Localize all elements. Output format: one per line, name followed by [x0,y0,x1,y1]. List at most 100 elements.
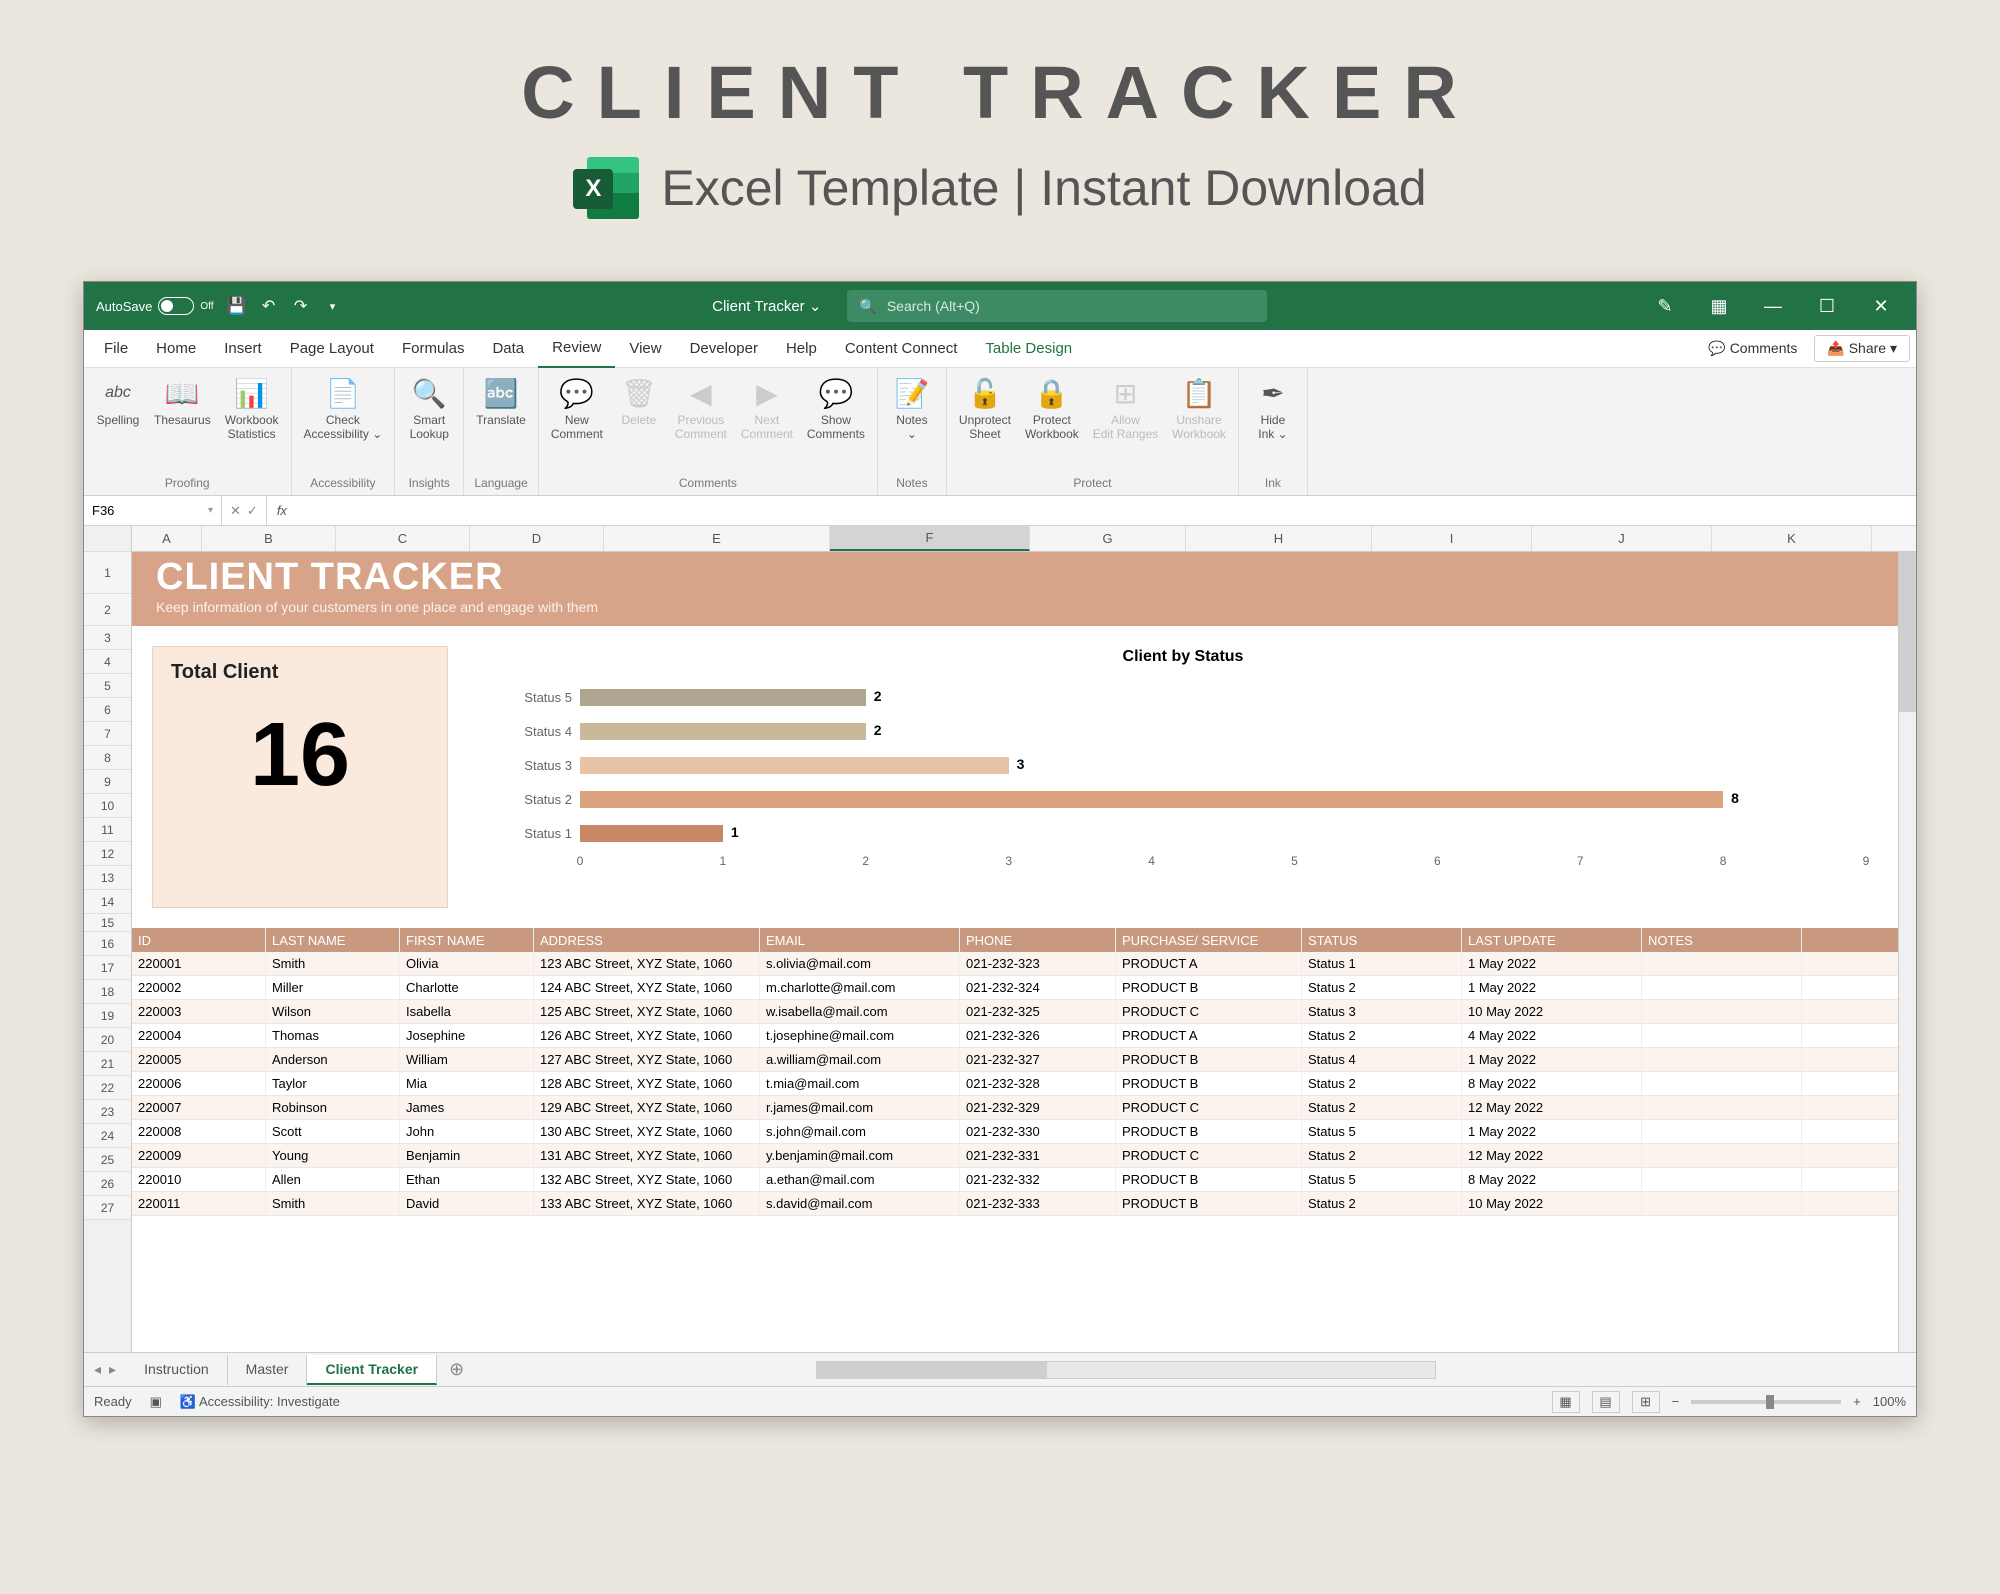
row-header-9[interactable]: 9 [84,770,131,794]
ribbon-unprotect-sheet[interactable]: 🔓UnprotectSheet [953,372,1017,446]
sheet-tab-client-tracker[interactable]: Client Tracker [307,1355,437,1385]
row-header-15[interactable]: 15 [84,914,131,932]
th-last-update[interactable]: LAST UPDATE [1462,928,1642,952]
ribbon-check-accessibility-[interactable]: 📄CheckAccessibility ⌄ [298,372,389,446]
row-header-23[interactable]: 23 [84,1100,131,1124]
undo-icon[interactable]: ↶ [260,297,278,315]
menu-help[interactable]: Help [772,330,831,368]
row-header-11[interactable]: 11 [84,818,131,842]
menu-view[interactable]: View [615,330,675,368]
page-break-view-button[interactable]: ⊞ [1632,1391,1660,1413]
row-header-19[interactable]: 19 [84,1004,131,1028]
tab-nav[interactable]: ◂▸ [84,1361,126,1378]
sheet-tab-master[interactable]: Master [228,1355,308,1385]
row-header-8[interactable]: 8 [84,746,131,770]
ribbon-new-comment[interactable]: 💬NewComment [545,372,609,446]
row-header-21[interactable]: 21 [84,1052,131,1076]
col-header-B[interactable]: B [202,526,336,551]
qat-dropdown-icon[interactable]: ▾ [324,297,342,315]
table-row[interactable]: 220008ScottJohn130 ABC Street, XYZ State… [132,1120,1916,1144]
col-header-K[interactable]: K [1712,526,1872,551]
zoom-out-button[interactable]: − [1672,1394,1680,1409]
table-row[interactable]: 220001SmithOlivia123 ABC Street, XYZ Sta… [132,952,1916,976]
row-header-3[interactable]: 3 [84,626,131,650]
close-button[interactable]: ✕ [1854,282,1908,330]
row-header-26[interactable]: 26 [84,1172,131,1196]
table-row[interactable]: 220010AllenEthan132 ABC Street, XYZ Stat… [132,1168,1916,1192]
menu-table-design[interactable]: Table Design [971,330,1086,368]
ribbon-thesaurus[interactable]: 📖Thesaurus [148,372,217,432]
client-table[interactable]: IDLAST NAMEFIRST NAMEADDRESSEMAILPHONEPU… [132,928,1916,1216]
share-button[interactable]: 📤 Share ▾ [1814,335,1910,362]
row-header-16[interactable]: 16 [84,932,131,956]
ribbon-hide-ink-[interactable]: ✒HideInk ⌄ [1245,372,1301,446]
col-header-C[interactable]: C [336,526,470,551]
row-header-1[interactable]: 1 [84,552,131,594]
table-row[interactable]: 220009YoungBenjamin131 ABC Street, XYZ S… [132,1144,1916,1168]
vertical-scrollbar[interactable] [1898,552,1916,1352]
row-header-10[interactable]: 10 [84,794,131,818]
column-headers[interactable]: ABCDEFGHIJK [132,526,1916,552]
menu-page-layout[interactable]: Page Layout [276,330,388,368]
row-header-7[interactable]: 7 [84,722,131,746]
menu-formulas[interactable]: Formulas [388,330,479,368]
col-header-A[interactable]: A [132,526,202,551]
ribbon-notes-[interactable]: 📝Notes⌄ [884,372,940,446]
menu-content-connect[interactable]: Content Connect [831,330,972,368]
zoom-slider[interactable] [1691,1400,1841,1404]
minimize-button[interactable]: — [1746,282,1800,330]
normal-view-button[interactable]: ▦ [1552,1391,1580,1413]
row-header-22[interactable]: 22 [84,1076,131,1100]
save-icon[interactable]: 💾 [228,297,246,315]
menu-data[interactable]: Data [478,330,538,368]
ribbon-translate[interactable]: 🔤Translate [470,372,532,432]
menu-file[interactable]: File [90,330,142,368]
col-header-H[interactable]: H [1186,526,1372,551]
macro-record-icon[interactable]: ▣ [150,1394,162,1410]
th-phone[interactable]: PHONE [960,928,1116,952]
row-header-24[interactable]: 24 [84,1124,131,1148]
row-header-14[interactable]: 14 [84,890,131,914]
row-header-6[interactable]: 6 [84,698,131,722]
table-row[interactable]: 220002MillerCharlotte124 ABC Street, XYZ… [132,976,1916,1000]
page-layout-view-button[interactable]: ▤ [1592,1391,1620,1413]
pen-icon[interactable]: ✎ [1638,282,1692,330]
col-header-G[interactable]: G [1030,526,1186,551]
ribbon-show-comments[interactable]: 💬ShowComments [801,372,871,446]
horizontal-scrollbar[interactable] [476,1361,1916,1379]
table-row[interactable]: 220003WilsonIsabella125 ABC Street, XYZ … [132,1000,1916,1024]
row-header-13[interactable]: 13 [84,866,131,890]
redo-icon[interactable]: ↷ [292,297,310,315]
zoom-level[interactable]: 100% [1873,1394,1906,1409]
th-notes[interactable]: NOTES [1642,928,1802,952]
th-id[interactable]: ID [132,928,266,952]
menu-review[interactable]: Review [538,330,615,368]
row-header-2[interactable]: 2 [84,594,131,626]
th-address[interactable]: ADDRESS [534,928,760,952]
row-headers[interactable]: 1234567891011121314151617181920212223242… [84,526,132,1352]
menu-home[interactable]: Home [142,330,210,368]
th-status[interactable]: STATUS [1302,928,1462,952]
row-header-18[interactable]: 18 [84,980,131,1004]
th-last-name[interactable]: LAST NAME [266,928,400,952]
menu-insert[interactable]: Insert [210,330,276,368]
col-header-D[interactable]: D [470,526,604,551]
name-box[interactable]: F36▾ [84,496,222,525]
th-email[interactable]: EMAIL [760,928,960,952]
sheet-tab-instruction[interactable]: Instruction [126,1355,228,1385]
autosave-toggle[interactable]: AutoSave Off [96,297,214,315]
row-header-4[interactable]: 4 [84,650,131,674]
table-row[interactable]: 220006TaylorMia128 ABC Street, XYZ State… [132,1072,1916,1096]
zoom-in-button[interactable]: + [1853,1394,1861,1409]
accessibility-status[interactable]: ♿ Accessibility: Investigate [180,1394,340,1410]
select-all-corner[interactable] [84,526,131,552]
table-row[interactable]: 220004ThomasJosephine126 ABC Street, XYZ… [132,1024,1916,1048]
cancel-formula-icon[interactable]: ✕ [230,503,241,519]
maximize-button[interactable]: ☐ [1800,282,1854,330]
menu-developer[interactable]: Developer [676,330,772,368]
row-header-17[interactable]: 17 [84,956,131,980]
ribbon-smart-lookup[interactable]: 🔍SmartLookup [401,372,457,446]
col-header-I[interactable]: I [1372,526,1532,551]
row-header-5[interactable]: 5 [84,674,131,698]
table-row[interactable]: 220007RobinsonJames129 ABC Street, XYZ S… [132,1096,1916,1120]
